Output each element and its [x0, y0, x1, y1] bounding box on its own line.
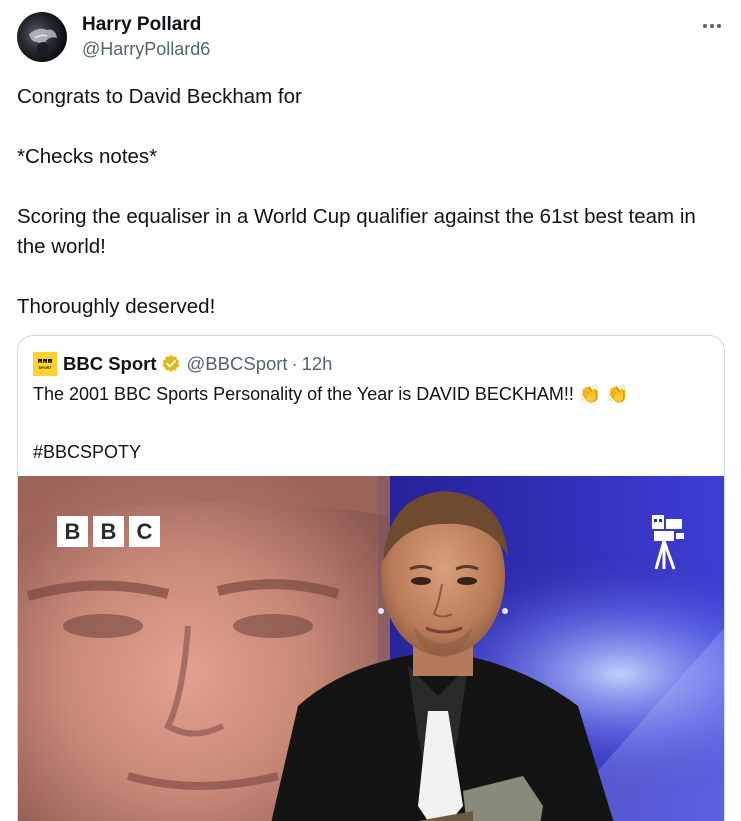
quoted-author-name[interactable]: BBC Sport [63, 353, 157, 375]
bbc-letter: B [93, 516, 124, 547]
more-horizontal-icon [703, 24, 721, 28]
quoted-timestamp[interactable]: 12h [302, 353, 333, 375]
author-name[interactable]: Harry Pollard [82, 14, 201, 36]
tweet-header: Harry Pollard @HarryPollard6 [17, 12, 727, 66]
tweet-text: Congrats to David Beckham for *Checks no… [17, 85, 696, 318]
separator-dot: · [291, 353, 298, 374]
bbc-sport-logo-mark: BBC SPORT [33, 352, 57, 376]
bbc-media-logo: B B C [57, 516, 160, 547]
author-handle[interactable]: @HarryPollard6 [82, 39, 210, 60]
logo-sport-text: SPORT [38, 366, 52, 370]
more-options-button[interactable] [700, 14, 724, 38]
bbc-letter: C [129, 516, 160, 547]
film-camera-icon [652, 515, 684, 570]
quoted-author-handle[interactable]: @BBCSport [187, 353, 288, 375]
bbc-sport-logo[interactable]: BBC SPORT [33, 352, 57, 376]
svg-text:BBC: BBC [39, 361, 52, 365]
quoted-tweet[interactable]: BBC SPORT BBC Sport @BBCSport · 12h The … [17, 335, 725, 821]
avatar[interactable] [17, 12, 67, 62]
quoted-media-image[interactable]: B B C [18, 476, 724, 821]
quoted-tweet-header: BBC SPORT BBC Sport @BBCSport · 12h [33, 351, 332, 377]
quoted-tweet-text: The 2001 BBC Sports Personality of the Y… [33, 384, 629, 462]
avatar-image [29, 28, 57, 54]
bbc-letter: B [57, 516, 88, 547]
verified-badge-icon [162, 354, 179, 373]
